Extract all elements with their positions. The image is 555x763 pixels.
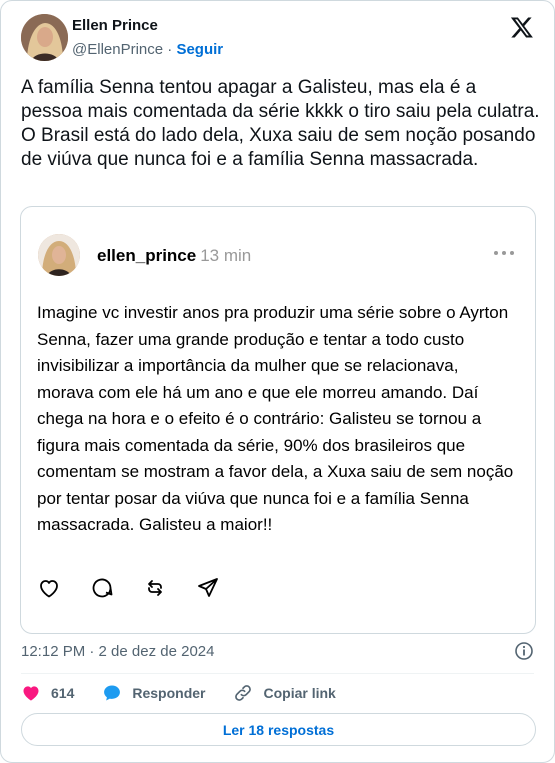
heart-icon[interactable] xyxy=(37,574,73,602)
embed-avatar[interactable] xyxy=(38,234,80,276)
meta-separator: · xyxy=(163,41,177,58)
repost-icon[interactable] xyxy=(143,574,179,602)
like-count: 614 xyxy=(51,685,75,701)
info-icon[interactable] xyxy=(514,641,534,661)
embed-actions xyxy=(37,574,232,602)
reply-bubble-icon xyxy=(104,685,121,701)
author-name[interactable]: Ellen Prince xyxy=(72,17,158,34)
embed-username[interactable]: ellen_prince xyxy=(97,246,196,265)
filled-heart-icon xyxy=(23,686,39,701)
author-meta: @EllenPrince · Seguir xyxy=(72,41,223,58)
copy-link-label: Copiar link xyxy=(263,685,336,701)
embed-time: 13 min xyxy=(200,246,252,265)
divider xyxy=(21,673,534,674)
author-avatar[interactable] xyxy=(21,14,68,61)
follow-button[interactable]: Seguir xyxy=(176,41,223,58)
copy-link-button[interactable]: Copiar link xyxy=(233,683,336,703)
share-icon[interactable] xyxy=(196,574,232,602)
embedded-post[interactable]: ellen_prince 13 min Imagine vc investir a… xyxy=(20,206,536,634)
more-options-icon[interactable] xyxy=(493,245,515,261)
comment-icon[interactable] xyxy=(90,574,126,602)
author-handle[interactable]: @EllenPrince xyxy=(72,41,163,58)
tweet-card: Ellen Prince @EllenPrince · Seguir A fam… xyxy=(0,0,555,763)
tweet-text: A família Senna tentou apagar a Galisteu… xyxy=(21,77,540,170)
reply-button[interactable]: Responder xyxy=(102,683,205,703)
embed-user: ellen_prince 13 min xyxy=(97,246,251,266)
link-icon xyxy=(235,685,252,701)
tweet-timestamp[interactable]: 12:12 PM · 2 de dez de 2024 xyxy=(21,643,214,660)
x-logo-icon[interactable] xyxy=(510,15,534,39)
read-replies-button[interactable]: Ler 18 respostas xyxy=(21,713,536,746)
like-button[interactable]: 614 xyxy=(21,683,74,703)
reply-label: Responder xyxy=(132,685,206,701)
stats-bar: 614 Responder Copiar link xyxy=(21,681,364,705)
embed-text: Imagine vc investir anos pra produzir um… xyxy=(37,303,514,534)
